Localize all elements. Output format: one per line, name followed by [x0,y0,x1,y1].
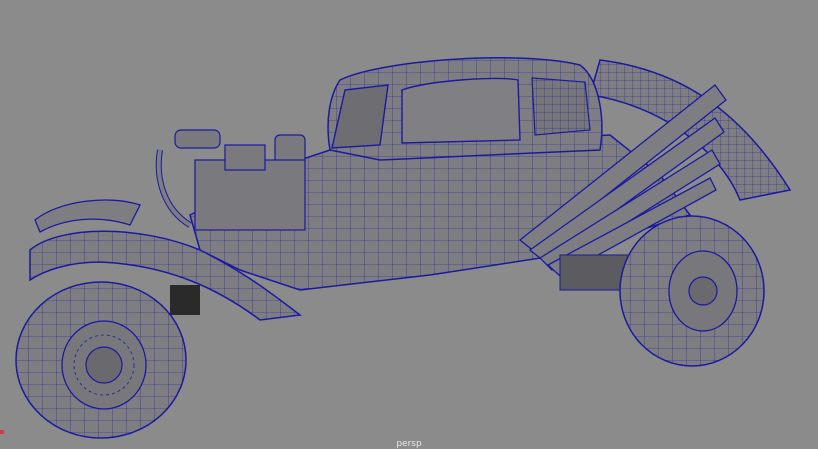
car-cabin [327,57,603,161]
front-wheel [15,281,187,439]
camera-name-label: persp [396,439,422,449]
perspective-viewport[interactable]: persp [0,0,818,449]
rear-wheel [619,215,765,367]
hot-rod-wireframe-model[interactable] [0,0,818,449]
side-window [401,77,521,144]
axis-gizmo-icon [0,430,4,434]
engine-block [155,129,306,231]
